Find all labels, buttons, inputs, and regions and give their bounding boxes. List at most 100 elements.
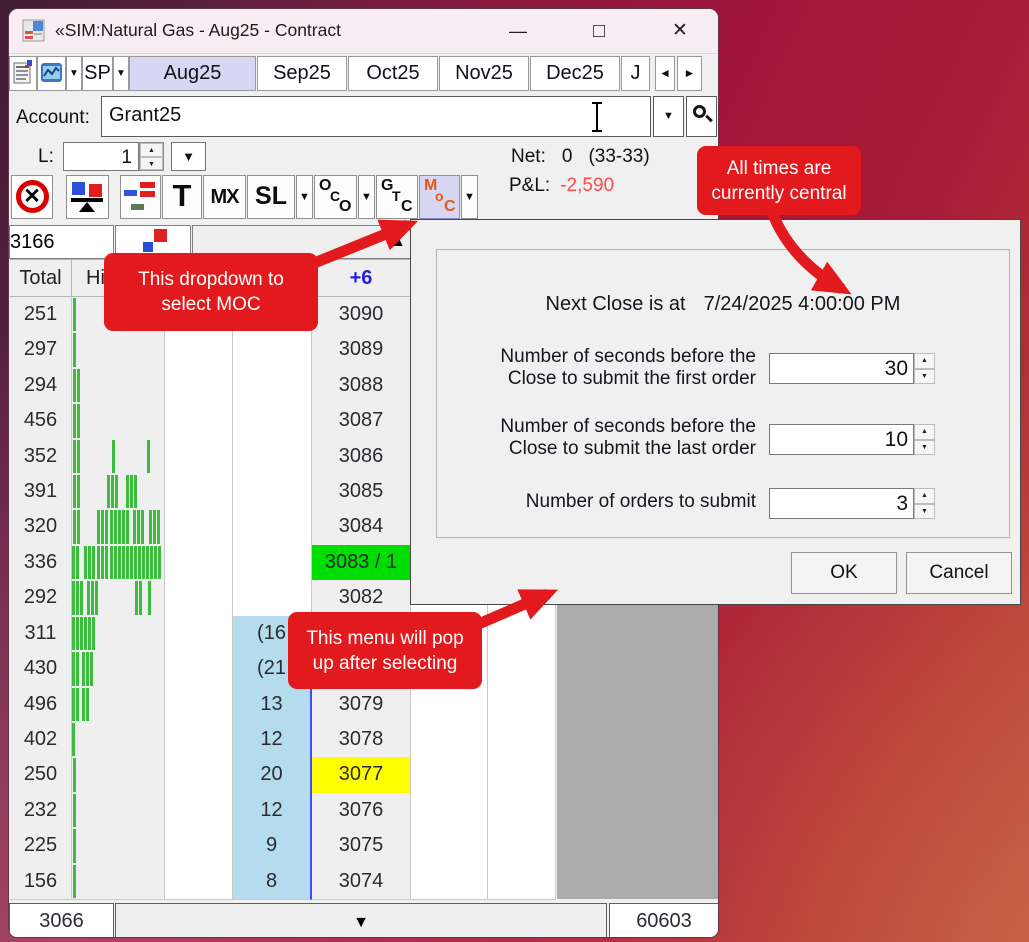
- stop-limit-button[interactable]: SL: [247, 175, 295, 219]
- order-settings-button[interactable]: [9, 56, 37, 91]
- close-button[interactable]: ✕: [662, 15, 698, 47]
- scroll-up-icon[interactable]: ▲: [390, 226, 406, 258]
- ladder-price-cell[interactable]: 3090: [312, 297, 411, 333]
- cancel-button[interactable]: Cancel: [906, 552, 1012, 594]
- ladder-price-cell[interactable]: 3084: [312, 509, 411, 545]
- ladder-c5-cell[interactable]: [411, 793, 488, 829]
- title-bar[interactable]: «SIM:Natural Gas - Aug25 - Contract — □ …: [9, 9, 718, 54]
- ladder-c3-cell[interactable]: [165, 828, 233, 864]
- stepper-up[interactable]: ▲: [914, 353, 935, 369]
- ladder-price-cell[interactable]: 3076: [312, 793, 411, 829]
- oco-button[interactable]: OCO: [314, 175, 357, 219]
- stepper-up[interactable]: ▲: [914, 424, 935, 440]
- mx-button[interactable]: MX: [203, 175, 246, 219]
- ladder-bid-cell[interactable]: [233, 439, 312, 475]
- ladder-bid-cell[interactable]: [233, 403, 312, 439]
- ladder-c5-cell[interactable]: [411, 828, 488, 864]
- balance-position-button[interactable]: [66, 175, 109, 219]
- ladder-c3-cell[interactable]: [165, 757, 233, 793]
- ladder-bid-cell[interactable]: [233, 474, 312, 510]
- ladder-c6-cell[interactable]: [488, 651, 556, 687]
- ladder-price-cell[interactable]: 3077: [312, 757, 411, 793]
- ladder-c6-cell[interactable]: [488, 793, 556, 829]
- ladder-price-cell[interactable]: 3074: [312, 864, 411, 900]
- ladder-price-cell[interactable]: 3083 / 1: [312, 545, 411, 581]
- last-order-seconds-stepper[interactable]: 10 ▲ ▼: [769, 424, 935, 455]
- ladder-c3-cell[interactable]: [165, 509, 233, 545]
- sp-button[interactable]: SP: [82, 56, 113, 91]
- ladder-price-cell[interactable]: 3089: [312, 332, 411, 368]
- tab-nov25[interactable]: Nov25: [439, 56, 529, 91]
- scroll-down-track[interactable]: ▼: [115, 903, 607, 938]
- ladder-c3-cell[interactable]: [165, 368, 233, 404]
- ladder-price-cell[interactable]: 3078: [312, 722, 411, 758]
- tab-sep25[interactable]: Sep25: [257, 56, 347, 91]
- ladder-c6-cell[interactable]: [488, 757, 556, 793]
- scroll-down-icon[interactable]: ▼: [353, 914, 369, 931]
- ladder-c3-cell[interactable]: [165, 403, 233, 439]
- order-count-input[interactable]: 3: [769, 488, 914, 519]
- ladder-c6-cell[interactable]: [488, 828, 556, 864]
- ladder-c5-cell[interactable]: [411, 687, 488, 723]
- ladder-price-cell[interactable]: 3085: [312, 474, 411, 510]
- ladder-bid-cell[interactable]: [233, 545, 312, 581]
- tab-j[interactable]: J: [621, 56, 650, 91]
- tab-oct25[interactable]: Oct25: [348, 56, 438, 91]
- lot-size-dropdown[interactable]: ▼: [171, 142, 206, 171]
- ladder-bid-cell[interactable]: [233, 368, 312, 404]
- stepper-down[interactable]: ▼: [914, 504, 935, 520]
- account-dropdown[interactable]: ▼: [653, 96, 684, 137]
- tab-scroll-left[interactable]: ◄: [655, 56, 675, 91]
- ladder-c5-cell[interactable]: [411, 864, 488, 900]
- moc-button[interactable]: MoC: [419, 175, 460, 219]
- tab-dec25[interactable]: Dec25: [530, 56, 620, 91]
- flatten-button[interactable]: [120, 175, 161, 219]
- ladder-c6-cell[interactable]: [488, 616, 556, 652]
- ok-button[interactable]: OK: [791, 552, 897, 594]
- ladder-price-cell[interactable]: 3075: [312, 828, 411, 864]
- stepper-up[interactable]: ▲: [914, 488, 935, 504]
- ladder-c3-cell[interactable]: [165, 439, 233, 475]
- ladder-c5-cell[interactable]: [411, 757, 488, 793]
- ladder-bid-cell[interactable]: 12: [233, 722, 312, 758]
- ladder-c3-cell[interactable]: [165, 722, 233, 758]
- stepper-down[interactable]: ▼: [140, 157, 163, 171]
- ladder-c3-cell[interactable]: [165, 474, 233, 510]
- ladder-c3-cell[interactable]: [165, 332, 233, 368]
- oco-dropdown[interactable]: ▼: [358, 175, 375, 219]
- gtc-button[interactable]: GTC: [376, 175, 418, 219]
- ladder-c3-cell[interactable]: [165, 580, 233, 616]
- ladder-c6-cell[interactable]: [488, 722, 556, 758]
- ladder-price-cell[interactable]: 3088: [312, 368, 411, 404]
- ladder-bid-cell[interactable]: 12: [233, 793, 312, 829]
- first-order-seconds-stepper[interactable]: 30 ▲ ▼: [769, 353, 935, 384]
- maximize-button[interactable]: □: [581, 15, 617, 47]
- last-order-seconds-input[interactable]: 10: [769, 424, 914, 455]
- chart-button[interactable]: [37, 56, 66, 91]
- ladder-bid-cell[interactable]: 9: [233, 828, 312, 864]
- moc-dropdown[interactable]: ▼: [461, 175, 478, 219]
- stepper-up[interactable]: ▲: [140, 143, 163, 157]
- trail-button[interactable]: T: [162, 175, 202, 219]
- account-search-button[interactable]: [686, 96, 717, 137]
- minimize-button[interactable]: —: [500, 15, 536, 47]
- chart-dropdown[interactable]: ▼: [66, 56, 82, 91]
- ladder-bid-cell[interactable]: 20: [233, 757, 312, 793]
- ladder-c3-cell[interactable]: [165, 545, 233, 581]
- cancel-all-orders-button[interactable]: ✕: [11, 175, 53, 219]
- ladder-bid-cell[interactable]: 8: [233, 864, 312, 900]
- sp-dropdown[interactable]: ▼: [113, 56, 129, 91]
- ladder-bid-cell[interactable]: 13: [233, 687, 312, 723]
- ladder-price-cell[interactable]: 3087: [312, 403, 411, 439]
- account-input[interactable]: Grant25: [101, 96, 651, 137]
- first-order-seconds-input[interactable]: 30: [769, 353, 914, 384]
- stepper-down[interactable]: ▼: [914, 369, 935, 385]
- stop-limit-dropdown[interactable]: ▼: [296, 175, 313, 219]
- ladder-c3-cell[interactable]: [165, 793, 233, 829]
- ladder-bid-cell[interactable]: [233, 332, 312, 368]
- tab-aug25[interactable]: Aug25: [129, 56, 256, 91]
- lot-size-input[interactable]: 1: [63, 142, 139, 171]
- ladder-c3-cell[interactable]: [165, 864, 233, 900]
- order-count-stepper[interactable]: 3 ▲ ▼: [769, 488, 935, 519]
- stepper-down[interactable]: ▼: [914, 440, 935, 456]
